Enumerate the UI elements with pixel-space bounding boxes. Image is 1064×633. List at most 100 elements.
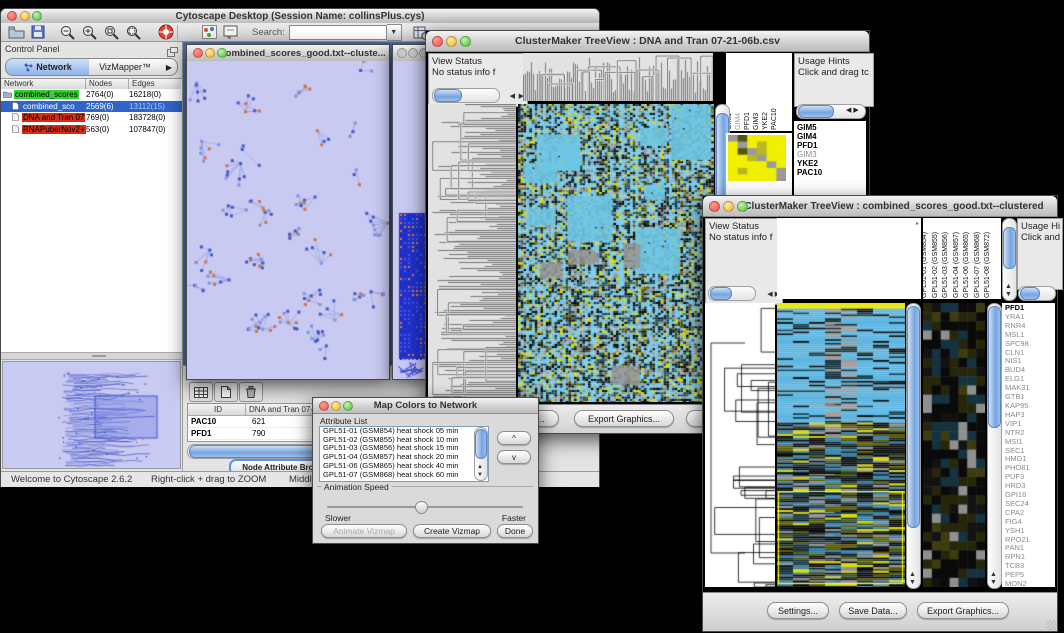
tv2-row-labels[interactable]: PFD1YRA1RNR4MSL1SPC98CLN1NIS1BUD4ELG1MAK… <box>1002 303 1055 587</box>
tv2-status-scrollbar[interactable] <box>708 286 756 301</box>
move-up-button[interactable]: ^ <box>497 431 531 445</box>
gene-label: YKE2 <box>797 159 866 168</box>
minimize-button[interactable] <box>20 11 30 21</box>
save-icon[interactable] <box>27 23 49 41</box>
treeview1-titlebar[interactable]: ClusterMaker TreeView : DNA and Tran 07-… <box>426 31 869 52</box>
minimize-button[interactable] <box>408 48 418 58</box>
annotation-icon[interactable] <box>220 23 242 41</box>
map-colors-titlebar[interactable]: Map Colors to Network <box>313 398 538 414</box>
cytoscape-titlebar[interactable]: Cytoscape Desktop (Session Name: collins… <box>1 9 599 24</box>
treeview2-titlebar[interactable]: ClusterMaker TreeView : combined_scores_… <box>703 196 1057 217</box>
network-table-row[interactable]: combined_sco2569(6)13112(15) <box>1 101 182 113</box>
tv1-global-heatmap[interactable] <box>518 104 714 402</box>
help-lifering-icon[interactable] <box>155 23 177 41</box>
tv2-global-heatmap[interactable] <box>777 303 905 587</box>
panel-splitter[interactable] <box>1 352 182 360</box>
search-input[interactable] <box>289 25 387 40</box>
close-button[interactable] <box>397 48 407 58</box>
scroll-up-icon[interactable]: ▲ <box>909 571 916 578</box>
scroll-down-icon[interactable]: ▼ <box>909 579 916 586</box>
scroll-up-icon[interactable]: ▲ <box>990 571 997 578</box>
slider-thumb[interactable] <box>415 501 428 514</box>
move-down-button[interactable]: v <box>497 450 531 464</box>
vizmapper-icon[interactable] <box>198 23 220 41</box>
zoom-button[interactable] <box>343 401 353 411</box>
new-document-icon[interactable] <box>214 382 238 402</box>
tv2-detail-vscrollbar[interactable]: ▲ ▼ <box>987 303 1002 589</box>
resize-grip[interactable] <box>1046 620 1056 630</box>
settings-button[interactable]: Settings... <box>767 602 829 619</box>
minimize-button[interactable] <box>446 36 457 47</box>
search-dropdown-button[interactable]: ▼ <box>387 24 402 41</box>
scroll-down-icon[interactable]: ▼ <box>477 472 483 479</box>
minimize-button[interactable] <box>331 401 341 411</box>
tv2-usage-scrollbar[interactable] <box>1018 286 1056 301</box>
export-graphics-button[interactable]: Export Graphics... <box>574 410 674 427</box>
save-data-button[interactable]: Save Data... <box>839 602 907 619</box>
minimize-button[interactable] <box>723 201 734 212</box>
column-label: GPL51-08 (GSM872) <box>984 232 992 298</box>
zoom-in-icon[interactable] <box>79 23 101 41</box>
tab-overflow-button[interactable]: ▶ <box>161 58 178 76</box>
table-grid-icon[interactable] <box>189 382 213 402</box>
tv1-status-scrollbar[interactable] <box>432 88 500 103</box>
scroll-down-icon[interactable]: ▼ <box>990 579 997 586</box>
scroll-down-icon[interactable]: ▼ <box>1005 291 1012 298</box>
open-file-icon[interactable] <box>5 23 27 41</box>
tv2-detail-heatmap[interactable] <box>923 303 985 587</box>
scroll-up-icon[interactable]: ▲ <box>477 464 483 471</box>
tv1-detail-heatmap[interactable] <box>728 135 786 181</box>
done-button[interactable]: Done <box>497 524 533 538</box>
zoom-button[interactable] <box>32 11 42 21</box>
close-button[interactable] <box>432 36 443 47</box>
tab-network[interactable]: Network <box>5 58 91 76</box>
tv2-collabel-vscrollbar[interactable]: ▲ ▼ <box>1002 218 1017 301</box>
network-view-titlebar[interactable]: combined_scores_good.txt--cluste... <box>187 45 389 62</box>
tv2-column-dendrogram[interactable]: ▸ <box>777 218 921 299</box>
export-graphics-button[interactable]: Export Graphics... <box>917 602 1009 619</box>
attribute-list-scrollbar[interactable]: ▲ ▼ <box>474 427 488 481</box>
tv2-row-dendrogram[interactable] <box>705 303 775 587</box>
scroll-left-icon[interactable]: ◀ <box>510 93 515 100</box>
network-table-row[interactable]: combined_scores2764(0)16218(0) <box>1 89 182 101</box>
network-table-row[interactable]: DNA and Tran 07769(0)183728(0) <box>1 112 182 124</box>
data-col-id[interactable]: ID <box>188 404 246 415</box>
close-button[interactable] <box>193 48 203 58</box>
col-header-edges[interactable]: Edges <box>129 79 181 89</box>
zoom-button[interactable] <box>737 201 748 212</box>
col-header-nodes[interactable]: Nodes <box>86 79 129 89</box>
tv1-usage-hints: Usage Hints Click and drag tc <box>794 53 874 107</box>
gene-label: GIM4 <box>797 132 866 141</box>
tab-vizmapper[interactable]: VizMapper™ <box>89 58 162 76</box>
tv2-column-labels[interactable]: GPL51-01 (GSM854)GPL51-02 (GSM855)GPL51-… <box>923 218 1001 299</box>
network-overview-panel[interactable] <box>2 361 181 469</box>
attribute-list[interactable]: GPL51-01 (GSM854) heat shock 05 minGPL51… <box>319 426 489 482</box>
tv2-global-vscrollbar[interactable]: ▲ ▼ <box>906 303 921 589</box>
close-button[interactable] <box>709 201 720 212</box>
gene-label: MON2 <box>1005 580 1055 587</box>
tv1-column-dendrogram[interactable] <box>523 53 713 101</box>
col-header-network[interactable]: Network <box>1 79 86 89</box>
network-table-row[interactable]: RNAPuberNov2+563(0)107847(0) <box>1 124 182 136</box>
zoom-button[interactable] <box>217 48 227 58</box>
zoom-button[interactable] <box>460 36 471 47</box>
column-label: GPL51-03 (GSM856) <box>942 232 950 298</box>
tv1-row-dendrogram[interactable] <box>428 104 516 402</box>
close-button[interactable] <box>319 401 329 411</box>
gene-label: GIM5 <box>797 123 866 132</box>
tv1-column-labels[interactable]: GIM5GIM4PFD1GIM3YKE2PAC10 <box>726 53 792 131</box>
create-vizmap-button[interactable]: Create Vizmap <box>413 524 491 538</box>
animate-vizmap-button[interactable]: Animate Vizmap <box>321 524 407 538</box>
zoom-fit-icon[interactable] <box>123 23 145 41</box>
tv2-view-status: View Status No status info f ◀ ▶ <box>705 218 783 305</box>
zoom-selected-icon[interactable] <box>101 23 123 41</box>
animation-speed-slider[interactable] <box>327 501 523 513</box>
close-button[interactable] <box>7 11 17 21</box>
zoom-out-icon[interactable] <box>57 23 79 41</box>
scroll-left-icon[interactable]: ◀ ▶ <box>846 107 859 114</box>
minimize-button[interactable] <box>205 48 215 58</box>
attribute-list-item[interactable]: GPL51-07 (GSM868) heat shock 60 min <box>320 471 488 480</box>
network-canvas[interactable] <box>187 61 389 379</box>
scroll-up-icon[interactable]: ▲ <box>1005 283 1012 290</box>
delete-trash-icon[interactable] <box>239 382 263 402</box>
